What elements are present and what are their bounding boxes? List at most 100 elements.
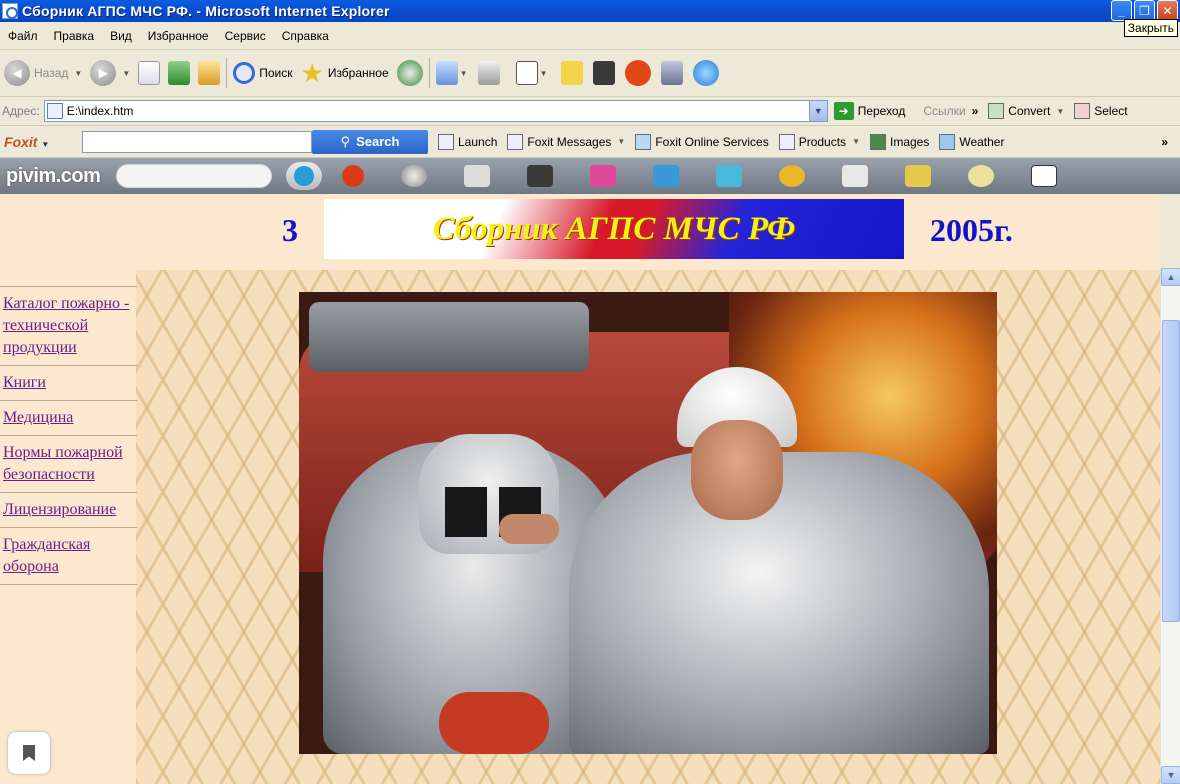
- foxit-products-button[interactable]: Products ▼: [778, 133, 860, 150]
- weather-label: Weather: [959, 134, 1005, 149]
- menu-file[interactable]: Файл: [0, 29, 46, 43]
- chevron-right-icon[interactable]: »: [972, 104, 979, 118]
- dollar-icon[interactable]: [625, 60, 652, 86]
- heart-icon[interactable]: [342, 165, 365, 187]
- banner-year: 2005г.: [930, 212, 1013, 248]
- links-label[interactable]: Ссылки: [923, 104, 965, 118]
- images-icon: [869, 133, 886, 150]
- convert-dropdown-icon[interactable]: ▼: [1056, 107, 1064, 116]
- address-input[interactable]: E:\index.htm ▼: [43, 100, 828, 122]
- tv-icon[interactable]: [653, 165, 680, 187]
- foxit-toolbar: Foxit ▼ ⚲ Search Launch Foxit Messages ▼…: [0, 126, 1180, 158]
- gamepad-icon[interactable]: [464, 165, 491, 187]
- history-icon[interactable]: [396, 60, 423, 86]
- menu-view[interactable]: Вид: [102, 29, 140, 43]
- convert-label: Convert: [1008, 104, 1051, 118]
- scroll-up-icon[interactable]: ▲: [1161, 268, 1180, 286]
- back-dropdown-icon[interactable]: ▼: [74, 69, 82, 78]
- favorites-button[interactable]: ★ Избранное: [301, 60, 389, 86]
- firefighters-photo: [299, 292, 997, 754]
- webcam-icon[interactable]: [779, 165, 806, 187]
- menu-bar: Файл Правка Вид Избранное Сервис Справка: [0, 22, 1180, 50]
- stop-icon[interactable]: [138, 61, 161, 85]
- close-button[interactable]: ✕: [1157, 0, 1178, 21]
- products-dropdown-icon: ▼: [852, 137, 860, 146]
- stats-chart-icon[interactable]: [842, 165, 869, 187]
- address-label: Адрес:: [2, 104, 40, 118]
- foxit-logo-text: Foxit: [4, 133, 38, 150]
- pivim-logo[interactable]: pivim.com: [6, 165, 101, 188]
- address-bar: Адрес: E:\index.htm ▼ ➜ Переход Ссылки »…: [0, 97, 1180, 126]
- nav-link-licensing[interactable]: Лицензирование: [3, 499, 134, 521]
- nav-link-medicine[interactable]: Медицина: [3, 407, 134, 429]
- foxit-search-button[interactable]: ⚲ Search: [312, 129, 428, 154]
- select-label: Select: [1094, 104, 1128, 118]
- vertical-scrollbar[interactable]: ▲ ▼: [1160, 268, 1180, 784]
- select-button[interactable]: Select: [1074, 103, 1128, 119]
- images-label: Images: [889, 134, 930, 149]
- k-icon[interactable]: [593, 61, 616, 85]
- foxit-logo[interactable]: Foxit ▼: [4, 134, 82, 150]
- home-icon[interactable]: [198, 61, 221, 85]
- address-dropdown-icon[interactable]: ▼: [808, 101, 827, 121]
- messenger-icon[interactable]: [661, 61, 684, 85]
- restore-button[interactable]: ❐: [1134, 0, 1155, 21]
- photo-red-hose: [439, 692, 549, 754]
- foxit-online-services-button[interactable]: Foxit Online Services: [635, 133, 769, 150]
- products-label: Products: [798, 134, 847, 149]
- nav-link-fire-norms[interactable]: Нормы пожарной безопасности: [3, 442, 134, 486]
- page-icon: [46, 103, 63, 119]
- nav-item: Книги: [0, 365, 137, 400]
- search-label: Поиск: [259, 66, 293, 80]
- search-button[interactable]: Поиск: [233, 62, 293, 84]
- convert-button[interactable]: Convert ▼: [988, 103, 1064, 119]
- go-button[interactable]: ➜ Переход: [833, 102, 905, 120]
- nav-link-catalog[interactable]: Каталог пожарно - технической продукции: [3, 293, 134, 359]
- people-icon[interactable]: [693, 60, 720, 86]
- chat-icon[interactable]: [716, 165, 743, 187]
- word-icon[interactable]: [515, 61, 538, 85]
- menu-help[interactable]: Справка: [274, 29, 337, 43]
- online-services-label: Foxit Online Services: [655, 134, 769, 149]
- edit-dropdown-icon[interactable]: ▼: [540, 69, 548, 78]
- radio-icon[interactable]: [527, 165, 554, 187]
- nav-link-books[interactable]: Книги: [3, 372, 134, 394]
- window-title: Сборник АГПС МЧС РФ. - Microsoft Interne…: [22, 3, 390, 19]
- print-icon[interactable]: [477, 61, 500, 85]
- photo-pipes: [309, 302, 589, 372]
- back-button[interactable]: ◀ Назад ▼: [4, 60, 82, 86]
- dating-icon[interactable]: [590, 165, 617, 187]
- refresh-icon[interactable]: [168, 61, 191, 85]
- gear-icon[interactable]: [401, 165, 428, 187]
- chevron-right-icon[interactable]: »: [1161, 135, 1168, 149]
- scroll-down-icon[interactable]: ▼: [1161, 766, 1180, 784]
- nav-item: Лицензирование: [0, 492, 137, 527]
- foxit-search-input[interactable]: [82, 130, 312, 153]
- mail-icon[interactable]: [435, 61, 458, 85]
- minimize-button[interactable]: _: [1111, 0, 1132, 21]
- weather-sun-icon[interactable]: [968, 165, 995, 187]
- forward-dropdown-icon[interactable]: ▼: [122, 69, 130, 78]
- foxit-images-button[interactable]: Images: [869, 133, 930, 150]
- nav-link-civil-defense[interactable]: Гражданская оборона: [3, 534, 134, 578]
- search-icon: [233, 62, 256, 84]
- pivim-search-button[interactable]: [286, 162, 323, 190]
- foxit-weather-button[interactable]: Weather: [939, 133, 1005, 150]
- page-content: 3 Сборник АГПС МЧС РФ 2005г. Каталог пож…: [0, 194, 1160, 784]
- mail-dropdown-icon[interactable]: ▼: [460, 69, 468, 78]
- close-tooltip: Закрыть: [1123, 19, 1178, 37]
- scroll-thumb[interactable]: [1162, 320, 1180, 622]
- menu-edit[interactable]: Правка: [46, 29, 103, 43]
- menu-favorites[interactable]: Избранное: [140, 29, 217, 43]
- bookmark-button[interactable]: [8, 732, 50, 774]
- foxit-launch-button[interactable]: Launch: [438, 133, 497, 150]
- forward-button[interactable]: ▶ ▼: [90, 60, 130, 86]
- menu-tools[interactable]: Сервис: [217, 29, 274, 43]
- foxit-dropdown-icon: ▼: [41, 139, 50, 149]
- pivim-search-input[interactable]: [116, 164, 273, 188]
- more-icon[interactable]: [1031, 165, 1058, 187]
- banner-title: Сборник АГПС МЧС РФ: [432, 210, 796, 247]
- note-icon[interactable]: [561, 61, 584, 85]
- foxit-messages-button[interactable]: Foxit Messages ▼: [507, 133, 625, 150]
- dictionary-icon[interactable]: [905, 165, 932, 187]
